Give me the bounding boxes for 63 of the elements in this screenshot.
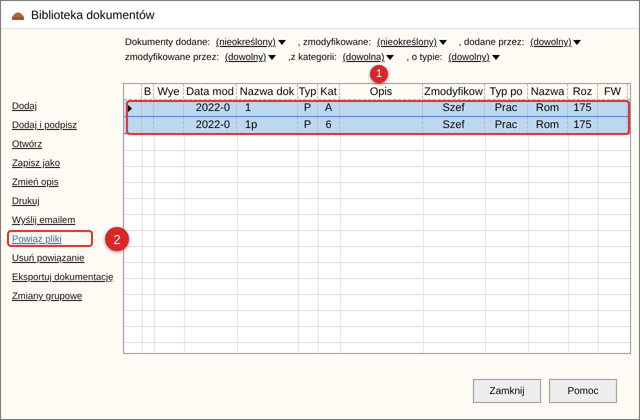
action-link[interactable]: Zmiany grupowe bbox=[12, 289, 82, 304]
callout-badge: 1 bbox=[370, 65, 388, 83]
table-cell: 1 bbox=[245, 102, 252, 114]
column-header[interactable]: B bbox=[142, 84, 154, 99]
column-header[interactable]: Roz bbox=[568, 84, 598, 99]
filter-dropdown[interactable]: (dowolna) bbox=[342, 52, 394, 63]
action-link[interactable]: Usuń powiązanie bbox=[12, 251, 84, 266]
column-header[interactable]: Zmodyfikow bbox=[423, 84, 485, 99]
action-link[interactable]: Otwórz bbox=[12, 137, 42, 152]
action-link[interactable]: Zapisz jako bbox=[12, 156, 60, 171]
action-link[interactable]: Dodaj bbox=[12, 99, 37, 114]
dropdown-caret-icon bbox=[438, 40, 447, 45]
table-cell: 2022-0 bbox=[196, 102, 230, 114]
table-cell: 6 bbox=[325, 119, 332, 131]
dialog-button[interactable]: Pomoc bbox=[549, 379, 617, 403]
filter-dropdown[interactable]: (dowolny) bbox=[224, 52, 276, 63]
column-header[interactable]: FW bbox=[598, 84, 628, 99]
filter-label: ,z kategorii: bbox=[288, 52, 337, 63]
table-cell: A bbox=[324, 102, 332, 114]
column-header[interactable]: Data mod bbox=[184, 84, 237, 99]
table-cell: 1p bbox=[245, 119, 258, 131]
column-header[interactable]: Typ po bbox=[485, 84, 528, 99]
table-cell: 175 bbox=[573, 119, 592, 131]
table-cell: P bbox=[304, 102, 312, 114]
filter-label: , dodane przez: bbox=[458, 37, 524, 48]
table-cell: Prac bbox=[494, 119, 518, 131]
dropdown-caret-icon bbox=[386, 55, 394, 60]
action-link[interactable]: Powiąż pliki bbox=[12, 232, 62, 247]
table-cell: 175 bbox=[573, 102, 592, 114]
column-header[interactable]: Opis bbox=[340, 84, 423, 99]
filter-label: , o typie: bbox=[406, 52, 442, 63]
column-header[interactable]: Typ bbox=[298, 84, 318, 99]
dropdown-caret-icon bbox=[573, 40, 582, 45]
table-cell: P bbox=[304, 119, 312, 131]
table-cell: Szef bbox=[442, 119, 464, 131]
window-title: Biblioteka dokumentów bbox=[31, 8, 154, 22]
table-cell: Rom bbox=[536, 102, 560, 114]
filter-dropdown[interactable]: (nieokreślony) bbox=[216, 37, 286, 48]
action-link[interactable]: Drukuj bbox=[12, 194, 40, 209]
column-header[interactable]: Wye bbox=[154, 84, 184, 99]
table-cell: Prac bbox=[494, 102, 518, 114]
column-header[interactable]: Nazwa bbox=[528, 84, 568, 99]
action-link[interactable]: Zmień opis bbox=[12, 175, 58, 190]
filter-label: , zmodyfikowane: bbox=[298, 37, 372, 48]
dropdown-caret-icon bbox=[278, 40, 286, 45]
dialog-button[interactable]: Zamknij bbox=[473, 379, 541, 403]
dropdown-caret-icon bbox=[268, 55, 276, 60]
action-link[interactable]: Eksportuj dokumentację bbox=[12, 270, 114, 285]
table-cell: 2022-0 bbox=[196, 119, 230, 131]
filter-dropdown[interactable]: (dowolny) bbox=[448, 52, 500, 63]
filter-label: Dokumenty dodane: bbox=[125, 37, 210, 48]
table-row[interactable]: 2022-0 1p P 6 Szef Prac Rom 175 bbox=[124, 117, 630, 134]
filter-dropdown[interactable]: (nieokreślony) bbox=[377, 37, 447, 48]
column-header[interactable]: Kat bbox=[318, 84, 340, 99]
column-header[interactable]: Nazwa dok bbox=[237, 84, 298, 99]
filter-label: zmodyfikowane przez: bbox=[125, 52, 219, 63]
table-cell: Rom bbox=[536, 119, 560, 131]
action-link[interactable]: Dodaj i podpisz bbox=[12, 118, 77, 133]
callout-badge: 2 bbox=[105, 227, 129, 251]
filter-dropdown[interactable]: (dowolny) bbox=[530, 37, 582, 48]
dropdown-caret-icon bbox=[492, 55, 500, 60]
action-link[interactable]: Wyślij emailem bbox=[12, 213, 76, 228]
table-cell: Szef bbox=[442, 102, 464, 114]
